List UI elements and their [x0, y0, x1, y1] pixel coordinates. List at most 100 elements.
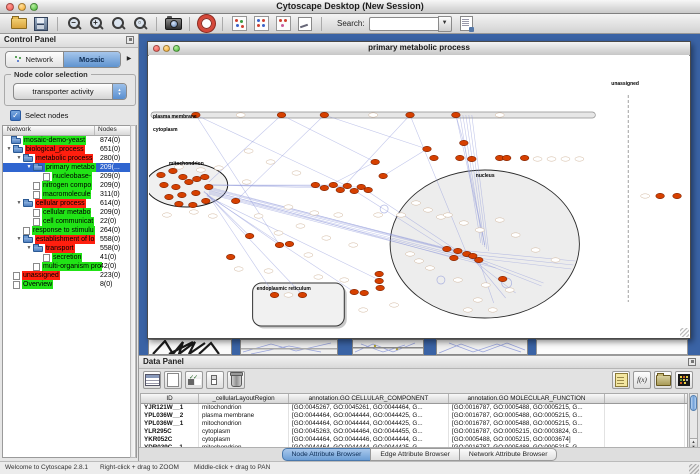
network-node[interactable]	[520, 155, 529, 160]
network-node[interactable]	[192, 190, 201, 195]
network-node[interactable]	[452, 112, 461, 117]
network-node[interactable]	[430, 155, 439, 160]
notepad-button[interactable]	[612, 371, 630, 389]
tab-mosaic[interactable]: Mosaic	[63, 52, 121, 67]
expand-toggle-icon[interactable]: ▼	[5, 145, 13, 154]
scrollbar-thumb[interactable]	[690, 395, 697, 411]
attr-batch-button[interactable]	[458, 15, 476, 33]
network-node-label[interactable]	[254, 214, 263, 218]
background-window[interactable]	[352, 339, 424, 355]
network-node[interactable]	[275, 242, 284, 247]
network-node-label[interactable]	[412, 201, 421, 205]
network-node-label[interactable]	[274, 231, 283, 235]
network-node-label[interactable]	[374, 213, 383, 217]
network-node-label[interactable]	[349, 243, 358, 247]
network-node-label[interactable]	[406, 252, 415, 256]
table-row[interactable]: YJR121W__1mitochondrion[GO:0045267, GO:0…	[141, 404, 687, 412]
fx-button[interactable]: f(x)	[633, 371, 651, 389]
network-node[interactable]	[454, 248, 463, 253]
new-net-sel-button[interactable]	[252, 15, 270, 33]
network-node[interactable]	[270, 292, 279, 297]
network-node[interactable]	[169, 168, 178, 173]
network-node[interactable]	[360, 290, 369, 295]
node-color-dropdown[interactable]: transporter activity ▲▼	[13, 83, 127, 100]
table-cell[interactable]: [GO:0045263, GO:0044464, GO:0044455, G..…	[289, 428, 449, 436]
network-node[interactable]	[502, 155, 511, 160]
network-node-label[interactable]	[334, 213, 343, 217]
tree-row[interactable]: unassigned223(0)	[3, 271, 136, 280]
network-node-label[interactable]	[463, 308, 472, 312]
snapshot-button[interactable]	[164, 15, 182, 33]
network-node[interactable]	[364, 187, 373, 192]
network-node[interactable]	[336, 187, 345, 192]
network-node[interactable]	[371, 159, 380, 164]
grid-layout-button[interactable]	[230, 15, 248, 33]
network-node[interactable]	[460, 140, 469, 145]
network-node-label[interactable]	[236, 113, 245, 117]
tab-network-attribute-browser[interactable]: Network Attribute Browser	[459, 448, 558, 461]
table-row[interactable]: YKR052Ccytoplasm[GO:0044464, GO:0044446,…	[141, 436, 687, 444]
tree-row[interactable]: mosaic-demo-yeast874(0)	[3, 136, 136, 145]
table-cell[interactable]: plasma membrane	[199, 412, 289, 420]
network-node[interactable]	[204, 184, 213, 189]
network-view-window[interactable]: primary metabolic process plasma membran…	[147, 41, 691, 339]
background-window[interactable]	[148, 339, 232, 355]
network-canvas[interactable]: plasma membranecytoplasmmitochondrionnuc…	[149, 55, 689, 336]
table-row[interactable]: YPL036W__1mitochondrion[GO:0044464, GO:0…	[141, 420, 687, 428]
table-column-header[interactable]: _cellularLayoutRegion	[199, 394, 289, 403]
network-node-label[interactable]	[369, 113, 378, 117]
network-node-label[interactable]	[292, 171, 301, 175]
expand-toggle-icon[interactable]: ▼	[15, 199, 23, 208]
network-node-label[interactable]	[208, 214, 217, 218]
table-row[interactable]: YLR295Ccytoplasm[GO:0045263, GO:0044464,…	[141, 428, 687, 436]
network-node-label[interactable]	[505, 288, 514, 292]
network-node[interactable]	[456, 155, 465, 160]
network-node[interactable]	[379, 173, 388, 178]
trash-button[interactable]	[227, 371, 245, 389]
tab-edge-attribute-browser[interactable]: Edge Attribute Browser	[370, 448, 460, 461]
save-button[interactable]	[32, 15, 50, 33]
network-node[interactable]	[329, 182, 338, 187]
network-node[interactable]	[201, 174, 210, 179]
network-node-label[interactable]	[459, 221, 468, 225]
network-node-label[interactable]	[314, 275, 323, 279]
network-node[interactable]	[285, 241, 294, 246]
background-window[interactable]	[436, 339, 528, 355]
network-node[interactable]	[277, 112, 286, 117]
network-node-label[interactable]	[296, 224, 305, 228]
table-cell[interactable]: [GO:0045267, GO:0045261, GO:0044464, G..…	[289, 404, 449, 412]
network-node[interactable]	[375, 278, 384, 283]
search-dropdown-icon[interactable]: ▼	[438, 16, 452, 32]
network-node[interactable]	[311, 182, 320, 187]
network-node-label[interactable]	[415, 259, 424, 263]
network-node-label[interactable]	[242, 180, 251, 184]
network-node[interactable]	[320, 185, 329, 190]
zoom-out-button[interactable]: −	[65, 15, 83, 33]
tab-overflow-arrow[interactable]: ▶	[124, 53, 134, 65]
tab-network[interactable]: Network	[6, 52, 63, 67]
network-node[interactable]	[165, 194, 174, 199]
newdoc-button[interactable]	[164, 371, 182, 389]
tree-row[interactable]: Overview8(0)	[3, 280, 136, 289]
background-window[interactable]	[240, 339, 338, 355]
table-cell[interactable]: [GO:0044464, GO:0044446, GO:0044444, G..…	[289, 436, 449, 444]
tree-row[interactable]: ▼establishment of lo558(0)	[3, 235, 136, 244]
network-node[interactable]	[172, 184, 181, 189]
network-node[interactable]	[178, 192, 187, 197]
network-node[interactable]	[498, 276, 507, 281]
tree-row[interactable]: ▼cellular process614(0)	[3, 199, 136, 208]
network-node[interactable]	[443, 246, 452, 251]
network-node[interactable]	[179, 174, 188, 179]
table-column-header[interactable]: annotation.GO CELLULAR_COMPONENT	[289, 394, 449, 403]
unselattr-button[interactable]	[206, 371, 224, 389]
network-node[interactable]	[226, 254, 235, 259]
network-node[interactable]	[231, 198, 240, 203]
network-node-label[interactable]	[531, 248, 540, 252]
network-node-label[interactable]	[189, 210, 198, 214]
dropdown-stepper-icon[interactable]: ▲▼	[112, 84, 126, 99]
network-node-label[interactable]	[390, 303, 399, 307]
table-cell[interactable]: YLR295C	[141, 428, 199, 436]
network-node[interactable]	[656, 193, 665, 198]
app-resize-grip[interactable]	[689, 464, 699, 474]
network-node[interactable]	[320, 112, 329, 117]
